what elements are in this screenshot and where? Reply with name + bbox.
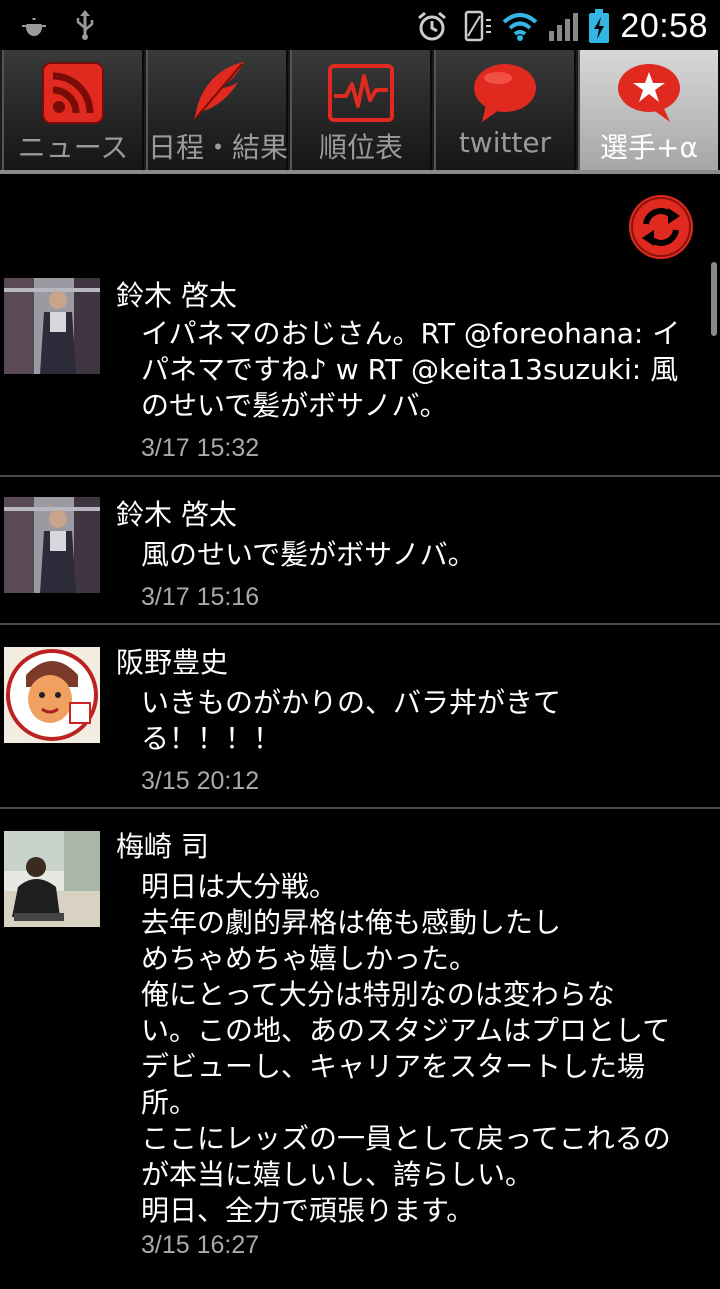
rss-icon xyxy=(4,58,142,128)
tweet-text: イパネマのおじさん。RT @foreohana: イ パネマですね♪ w RT … xyxy=(141,317,681,422)
tweet-text: いきものがかりの、バラ丼がきて る！！！！ xyxy=(141,686,562,755)
tab-news[interactable]: ニュース xyxy=(2,50,144,170)
tweet-text: 風のせいで髪がボサノバ。 xyxy=(141,538,476,571)
tab-label: 順位表 xyxy=(318,131,403,164)
list-item[interactable]: 梅崎 司 明日は大分戦。 去年の劇的昇格は俺も感動したし めちゃめちゃ嬉しかった… xyxy=(0,809,720,1289)
avatar xyxy=(4,647,100,743)
tweet-author: 鈴木 啓太 xyxy=(116,498,237,531)
avatar xyxy=(4,278,100,374)
tab-label: twitter xyxy=(458,126,552,159)
refresh-icon xyxy=(629,195,693,259)
tab-label: 日程・結果 xyxy=(148,131,289,164)
avatar xyxy=(4,497,100,593)
tab-schedule-results[interactable]: 日程・結果 xyxy=(146,50,288,170)
vibrate-icon xyxy=(458,10,492,42)
feather-icon xyxy=(148,58,286,128)
status-bar: 20:58 xyxy=(0,0,720,50)
list-item[interactable]: 鈴木 啓太 風のせいで髪がボサノバ。 3/17 15:16 xyxy=(0,477,720,625)
tab-twitter[interactable]: twitter xyxy=(434,50,576,170)
tweet-author: 梅崎 司 xyxy=(116,830,209,863)
tweet-list: 鈴木 啓太 イパネマのおじさん。RT @foreohana: イ パネマですね♪… xyxy=(0,262,720,1289)
signal-icon xyxy=(548,11,579,41)
list-item[interactable]: 阪野豊史 いきものがかりの、バラ丼がきて る！！！！ 3/15 20:12 xyxy=(0,625,720,809)
wifi-icon xyxy=(502,11,538,41)
refresh-button[interactable] xyxy=(628,194,694,260)
tab-bar: ニュース 日程・結果 順位表 twitter 選手+α xyxy=(0,50,720,174)
avatar xyxy=(4,831,100,927)
tab-label: 選手+α xyxy=(600,131,698,164)
status-time: 20:58 xyxy=(620,6,708,45)
tweet-text: 明日は大分戦。 去年の劇的昇格は俺も感動したし めちゃめちゃ嬉しかった。 俺にと… xyxy=(141,870,671,1227)
speech-bubble-icon xyxy=(436,58,574,128)
list-item[interactable]: 鈴木 啓太 イパネマのおじさん。RT @foreohana: イ パネマですね♪… xyxy=(0,262,720,477)
tweet-time: 3/15 20:12 xyxy=(141,767,260,795)
tweet-time: 3/17 15:32 xyxy=(141,434,260,462)
tweet-time: 3/15 16:27 xyxy=(141,1231,260,1259)
alarm-icon xyxy=(416,10,448,42)
tab-label: ニュース xyxy=(17,131,129,164)
tweet-author: 阪野豊史 xyxy=(116,646,229,679)
tab-players-plus[interactable]: 選手+α xyxy=(578,50,720,170)
tweet-author: 鈴木 啓太 xyxy=(116,279,237,312)
tab-standings[interactable]: 順位表 xyxy=(290,50,432,170)
pulse-chart-icon xyxy=(292,58,430,128)
tweet-time: 3/17 15:16 xyxy=(141,583,260,611)
battery-charging-icon xyxy=(588,9,610,43)
android-debug-icon xyxy=(22,12,46,38)
usb-icon xyxy=(74,10,96,40)
star-bubble-icon xyxy=(580,58,718,128)
